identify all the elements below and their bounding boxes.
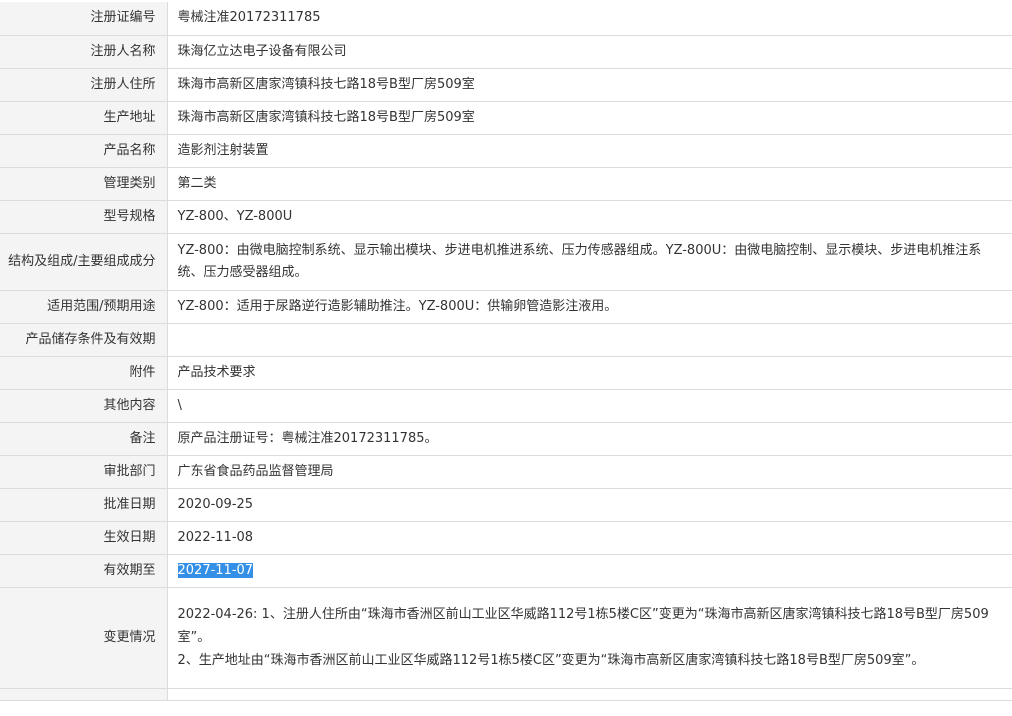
row-product-name: 产品名称 造影剂注射装置 bbox=[0, 134, 1012, 168]
registration-info-table: 注册证编号 粤械注准20172311785 注册人名称 珠海亿立达电子设备有限公… bbox=[0, 2, 1012, 701]
row-registrant-name: 注册人名称 珠海亿立达电子设备有限公司 bbox=[0, 35, 1012, 69]
other-content-value: \ bbox=[167, 389, 1012, 423]
registration-detail-page: 注册证编号 粤械注准20172311785 注册人名称 珠海亿立达电子设备有限公… bbox=[0, 0, 1012, 716]
remarks-value: 原产品注册证号：粤械注准20172311785。 bbox=[167, 422, 1012, 456]
effective-date-value: 2022-11-08 bbox=[167, 521, 1012, 555]
model-spec-label: 型号规格 bbox=[0, 200, 168, 234]
row-model-spec: 型号规格 YZ-800、YZ-800U bbox=[0, 200, 1012, 234]
row-other-content: 其他内容 \ bbox=[0, 389, 1012, 423]
valid-until-label: 有效期至 bbox=[0, 554, 168, 588]
attachment-label: 附件 bbox=[0, 356, 168, 390]
management-category-label: 管理类别 bbox=[0, 167, 168, 201]
row-registrant-address: 注册人住所 珠海市高新区唐家湾镇科技七路18号B型厂房509室 bbox=[0, 68, 1012, 102]
row-attachment: 附件 产品技术要求 bbox=[0, 356, 1012, 390]
change-history-label: 变更情况 bbox=[0, 587, 168, 689]
product-name-label: 产品名称 bbox=[0, 134, 168, 168]
row-approval-date: 批准日期 2020-09-25 bbox=[0, 488, 1012, 522]
approval-date-value: 2020-09-25 bbox=[167, 488, 1012, 522]
intended-use-label: 适用范围/预期用途 bbox=[0, 290, 168, 324]
change-history-line-1: 2022-04-26: 1、注册人住所由“珠海市香洲区前山工业区华威路112号1… bbox=[177, 607, 989, 645]
approval-department-label: 审批部门 bbox=[0, 455, 168, 489]
row-intended-use: 适用范围/预期用途 YZ-800：适用于尿路逆行造影辅助推注。YZ-800U：供… bbox=[0, 290, 1012, 324]
row-tail bbox=[0, 688, 1012, 701]
tail-label-cell bbox=[0, 688, 168, 701]
structure-composition-label: 结构及组成/主要组成成分 bbox=[0, 233, 168, 291]
approval-date-label: 批准日期 bbox=[0, 488, 168, 522]
change-history-line-2: 2、生产地址由“珠海市香洲区前山工业区华威路112号1栋5楼C区”变更为“珠海市… bbox=[177, 653, 925, 668]
remarks-label: 备注 bbox=[0, 422, 168, 456]
production-address-label: 生产地址 bbox=[0, 101, 168, 135]
management-category-value: 第二类 bbox=[167, 167, 1012, 201]
tail-value-cell bbox=[167, 688, 1012, 701]
storage-conditions-label: 产品储存条件及有效期 bbox=[0, 323, 168, 357]
approval-department-value: 广东省食品药品监督管理局 bbox=[167, 455, 1012, 489]
row-structure-composition: 结构及组成/主要组成成分 YZ-800：由微电脑控制系统、显示输出模块、步进电机… bbox=[0, 233, 1012, 291]
registration-number-label: 注册证编号 bbox=[0, 2, 168, 36]
structure-composition-value: YZ-800：由微电脑控制系统、显示输出模块、步进电机推进系统、压力传感器组成。… bbox=[167, 233, 1012, 291]
effective-date-label: 生效日期 bbox=[0, 521, 168, 555]
row-registration-number: 注册证编号 粤械注准20172311785 bbox=[0, 2, 1012, 36]
row-effective-date: 生效日期 2022-11-08 bbox=[0, 521, 1012, 555]
intended-use-value: YZ-800：适用于尿路逆行造影辅助推注。YZ-800U：供输卵管造影注液用。 bbox=[167, 290, 1012, 324]
valid-until-cell: 2027-11-07 bbox=[167, 554, 1012, 588]
row-approval-department: 审批部门 广东省食品药品监督管理局 bbox=[0, 455, 1012, 489]
row-valid-until: 有效期至 2027-11-07 bbox=[0, 554, 1012, 588]
change-history-value: 2022-04-26: 1、注册人住所由“珠海市香洲区前山工业区华威路112号1… bbox=[167, 587, 1012, 689]
other-content-label: 其他内容 bbox=[0, 389, 168, 423]
registration-number-value: 粤械注准20172311785 bbox=[167, 2, 1012, 36]
production-address-value: 珠海市高新区唐家湾镇科技七路18号B型厂房509室 bbox=[167, 101, 1012, 135]
storage-conditions-value bbox=[167, 323, 1012, 357]
attachment-value: 产品技术要求 bbox=[167, 356, 1012, 390]
row-storage-conditions: 产品储存条件及有效期 bbox=[0, 323, 1012, 357]
row-production-address: 生产地址 珠海市高新区唐家湾镇科技七路18号B型厂房509室 bbox=[0, 101, 1012, 135]
registrant-name-value: 珠海亿立达电子设备有限公司 bbox=[167, 35, 1012, 69]
product-name-value: 造影剂注射装置 bbox=[167, 134, 1012, 168]
registrant-name-label: 注册人名称 bbox=[0, 35, 168, 69]
row-change-history: 变更情况 2022-04-26: 1、注册人住所由“珠海市香洲区前山工业区华威路… bbox=[0, 587, 1012, 689]
row-remarks: 备注 原产品注册证号：粤械注准20172311785。 bbox=[0, 422, 1012, 456]
row-management-category: 管理类别 第二类 bbox=[0, 167, 1012, 201]
valid-until-value[interactable]: 2027-11-07 bbox=[177, 562, 254, 578]
registrant-address-label: 注册人住所 bbox=[0, 68, 168, 102]
model-spec-value: YZ-800、YZ-800U bbox=[167, 200, 1012, 234]
registrant-address-value: 珠海市高新区唐家湾镇科技七路18号B型厂房509室 bbox=[167, 68, 1012, 102]
